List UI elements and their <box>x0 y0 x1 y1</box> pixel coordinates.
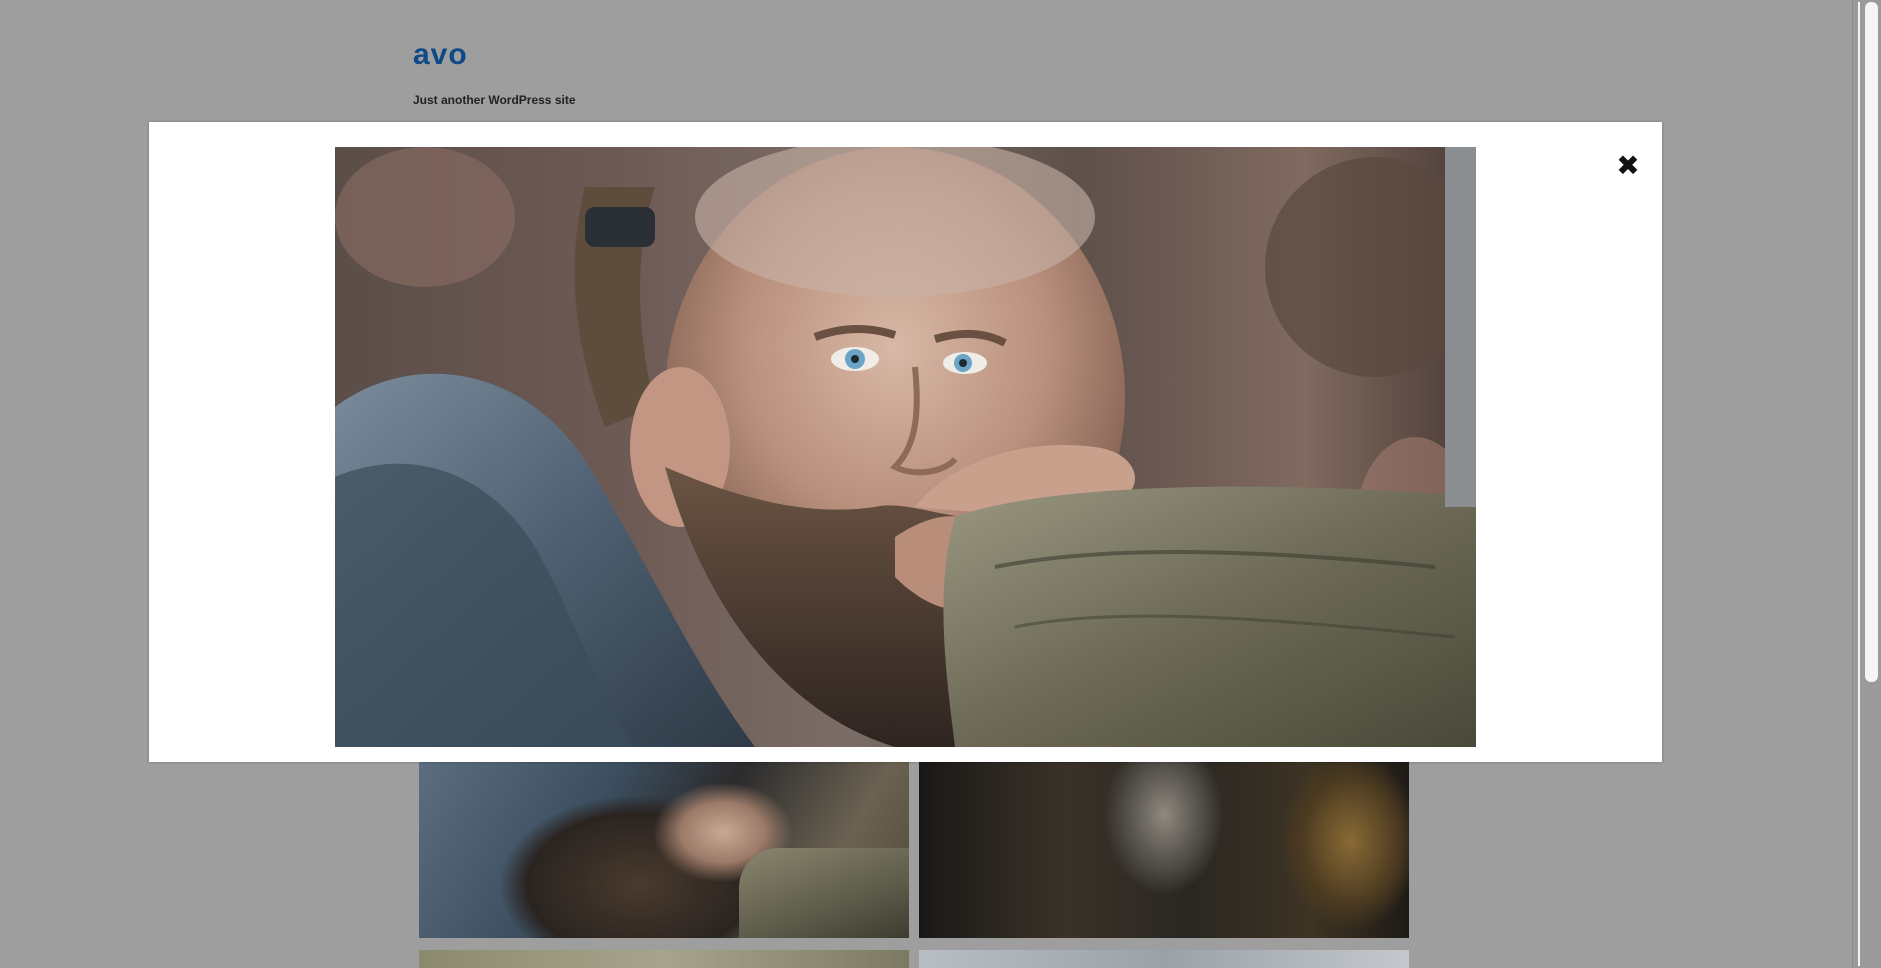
gallery-thumbnail-2[interactable] <box>919 762 1409 938</box>
gallery-thumbnail-4[interactable] <box>919 950 1409 968</box>
portrait-illustration <box>335 147 1476 747</box>
gallery-thumbnail-1[interactable] <box>419 762 909 938</box>
page-scrollbar[interactable] <box>1852 0 1881 968</box>
lightbox-image[interactable] <box>335 147 1476 747</box>
gallery-thumbnail-3[interactable] <box>419 950 909 968</box>
scrollbar-track <box>1858 2 1860 966</box>
close-icon[interactable]: ✖ <box>1613 151 1643 181</box>
site-title[interactable]: avo <box>413 38 468 72</box>
lightbox-modal: ✖ <box>149 122 1662 762</box>
thumbnail-detail <box>739 848 909 938</box>
scrollbar-thumb[interactable] <box>1865 2 1878 682</box>
site-tagline: Just another WordPress site <box>413 93 576 107</box>
